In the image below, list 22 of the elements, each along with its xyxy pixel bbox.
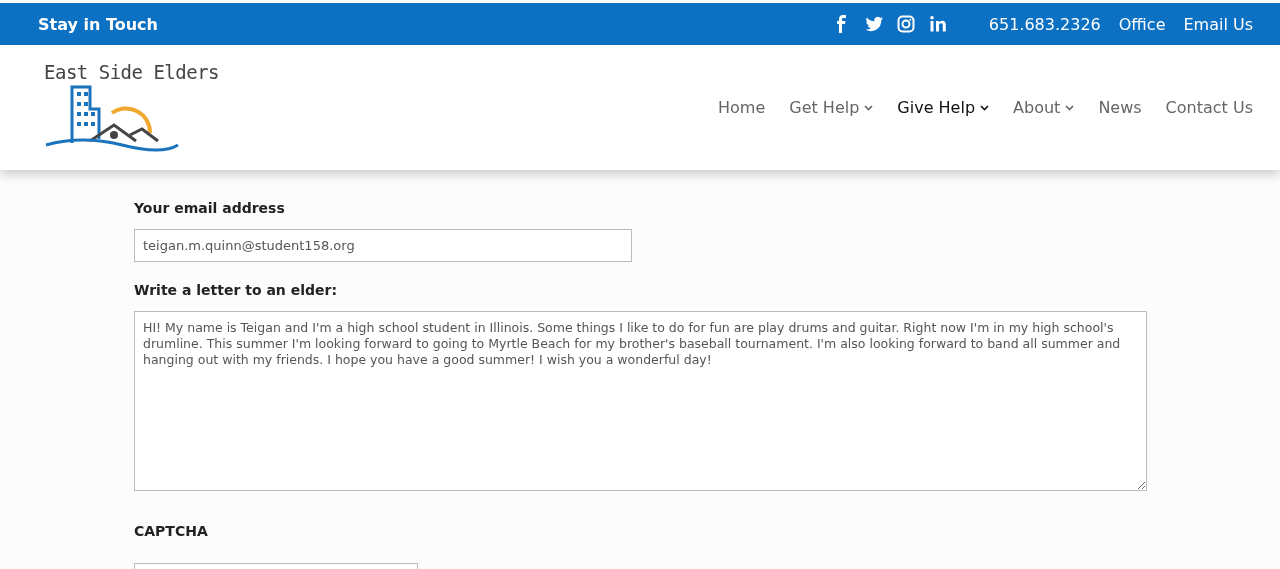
field-label: Your email address (134, 200, 286, 216)
caret-icon (1065, 104, 1075, 111)
field-label: CAPTCHA (134, 523, 209, 539)
nav-link[interactable]: About (1013, 98, 1075, 117)
top-bar-link[interactable]: Office (1118, 14, 1166, 34)
twitter-icon[interactable] (864, 15, 883, 33)
nav-link[interactable]: Contact Us (1165, 98, 1253, 117)
logo-text[interactable]: East Side Elders (44, 60, 220, 83)
field-label: Write a letter to an elder: (134, 282, 339, 298)
email-field[interactable]: teigan.m.quinn@student158.org (134, 229, 632, 262)
nav-link[interactable]: Give Help (897, 98, 990, 117)
nav-link[interactable]: Get Help (789, 98, 874, 117)
letter-field[interactable]: HI! My name is Teigan and I'm a high school student in Illinois. Some things I like to do for fun are play drums and guitar. Right now I'm in my high school's drumline. This summer I'm looking forward to going to Myrtle Beach for my brother's baseball tournament. I'm also looking forward to band all summer and hanging out with my friends. I hope you have a good summer! I wish you a wonderful day! (134, 311, 1147, 491)
caret-icon (980, 104, 990, 111)
top-bar-title: Stay in Touch (38, 14, 159, 34)
linkedin-icon[interactable] (928, 15, 947, 33)
top-bar-link[interactable]: Email Us (1183, 14, 1253, 34)
top-bar-link[interactable]: 651.683.2326 (988, 14, 1101, 34)
nav-link[interactable]: News (1098, 98, 1142, 117)
caret-icon (864, 104, 874, 111)
instagram-icon[interactable] (896, 15, 915, 33)
nav-link[interactable]: Home (718, 98, 766, 117)
